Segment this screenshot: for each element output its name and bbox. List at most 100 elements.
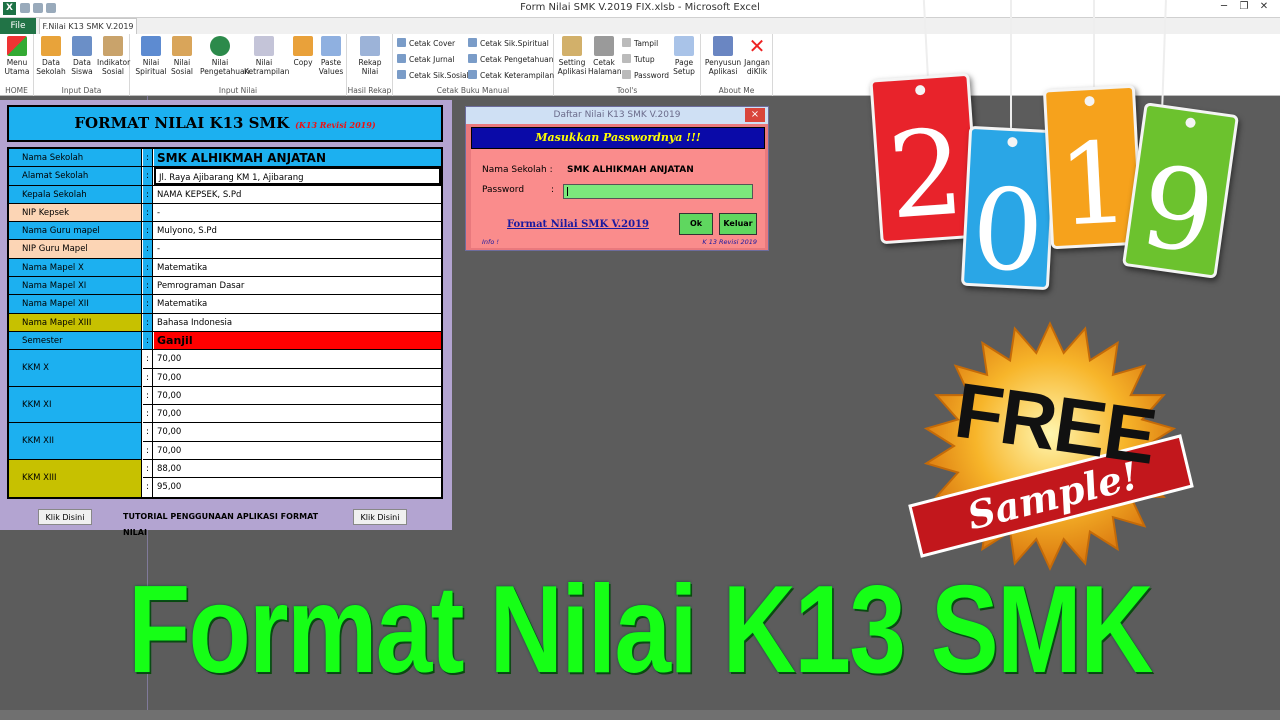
password-colon: : bbox=[551, 185, 555, 195]
table-row: Nama Mapel XII: Matematika bbox=[9, 295, 441, 314]
minimize-icon[interactable]: ─ bbox=[1214, 1, 1234, 12]
nilai-ketrampilan-button[interactable]: Nilai Ketrampilan bbox=[244, 36, 289, 76]
table-row: :70,00 bbox=[143, 386, 441, 406]
kkm-label: KKM XIII bbox=[9, 460, 142, 497]
table-row: Nama Guru mapel: Mulyono, S.Pd bbox=[9, 222, 441, 241]
close-icon[interactable]: ✕ bbox=[1254, 1, 1274, 12]
nilai-pengetahuan-button[interactable]: Nilai Pengetahuan bbox=[200, 36, 249, 76]
mapel-xi-cell[interactable]: Pemrograman Dasar bbox=[154, 277, 441, 294]
hide-icon bbox=[622, 54, 631, 63]
cetak-pengetahuan-button[interactable]: Cetak Pengetahuan bbox=[468, 54, 554, 64]
kkm-value[interactable]: 95,00 bbox=[154, 478, 441, 496]
people-icon bbox=[172, 36, 192, 56]
mapel-x-cell[interactable]: Matematika bbox=[154, 259, 441, 276]
school-icon bbox=[41, 36, 61, 56]
table-row: :70,00 bbox=[143, 405, 441, 424]
table-row: Kepala Sekolah: NAMA KEPSEK, S.Pd bbox=[9, 185, 441, 204]
kkm-block: KKM X KKM XI KKM XII KKM XIII :70,00 :70… bbox=[9, 350, 441, 497]
nilai-spiritual-button[interactable]: Nilai Spiritual bbox=[135, 36, 167, 76]
kkm-value[interactable]: 70,00 bbox=[154, 350, 441, 367]
nip-guru-cell[interactable]: - bbox=[154, 240, 441, 257]
nip-kepsek-cell[interactable]: - bbox=[154, 204, 441, 221]
table-row: :70,00 bbox=[143, 350, 441, 369]
group-input-nilai: Nilai Spiritual Nilai Sosial Nilai Penge… bbox=[130, 34, 347, 96]
table-row: Nama Mapel X: Matematika bbox=[9, 258, 441, 278]
teacher-cell[interactable]: Mulyono, S.Pd bbox=[154, 222, 441, 239]
password-input[interactable] bbox=[563, 184, 753, 199]
group-input-data: Data Sekolah Data Siswa Indikator Sosial… bbox=[34, 34, 130, 96]
tutup-button[interactable]: Tutup bbox=[622, 54, 655, 64]
mapel-xiii-cell[interactable]: Bahasa Indonesia bbox=[154, 314, 441, 331]
form-subtitle: (K13 Revisi 2019) bbox=[295, 120, 376, 130]
data-sekolah-button[interactable]: Data Sekolah bbox=[35, 36, 67, 76]
menu-utama-button[interactable]: Menu Utama bbox=[1, 36, 33, 76]
tampil-button[interactable]: Tampil bbox=[622, 38, 658, 48]
info-label: Info ! bbox=[482, 238, 499, 246]
page-icon bbox=[674, 36, 694, 56]
ok-button[interactable]: Ok bbox=[679, 213, 713, 235]
mapel-xii-cell[interactable]: Matematika bbox=[154, 295, 441, 312]
cetak-keterampilan-button[interactable]: Cetak Keterampilan bbox=[468, 70, 554, 80]
school-name-cell[interactable]: SMK ALHIKMAH ANJATAN bbox=[154, 149, 441, 167]
form-header: FORMAT NILAI K13 SMK (K13 Revisi 2019) bbox=[7, 105, 443, 142]
print-icon bbox=[468, 54, 477, 63]
paste-icon bbox=[321, 36, 341, 56]
window-controls: ─ ❐ ✕ bbox=[1214, 1, 1274, 12]
spreadsheet-icon bbox=[360, 36, 380, 56]
cetak-sik-sosial-button[interactable]: Cetak Sik.Sosial bbox=[397, 70, 469, 80]
paste-values-button[interactable]: Paste Values bbox=[315, 36, 347, 76]
book-icon bbox=[141, 36, 161, 56]
edit-icon bbox=[103, 36, 123, 56]
address-cell[interactable]: Jl. Raya Ajibarang KM 1, Ajibarang bbox=[154, 167, 441, 185]
window-title: Form Nilai SMK V.2019 FIX.xlsb - Microso… bbox=[520, 2, 760, 13]
nilai-sosial-button[interactable]: Nilai Sosial bbox=[166, 36, 198, 76]
free-sample-badge: FREE Sample! bbox=[880, 318, 1220, 578]
window-titlebar: X Form Nilai SMK V.2019 FIX.xlsb - Micro… bbox=[0, 0, 1280, 18]
kkm-value[interactable]: 88,00 bbox=[154, 460, 441, 477]
kkm-value[interactable]: 70,00 bbox=[154, 387, 441, 404]
ribbon-tabs: File F.Nilai K13 SMK V.2019 bbox=[0, 18, 1280, 34]
kkm-value[interactable]: 70,00 bbox=[154, 442, 441, 459]
globe-icon bbox=[210, 36, 230, 56]
rekap-nilai-button[interactable]: Rekap Nilai bbox=[354, 36, 386, 76]
password-button[interactable]: Password bbox=[622, 70, 669, 80]
headmaster-cell[interactable]: NAMA KEPSEK, S.Pd bbox=[154, 186, 441, 203]
cetak-cover-button[interactable]: Cetak Cover bbox=[397, 38, 455, 48]
printer-icon bbox=[594, 36, 614, 56]
tab-file[interactable]: File bbox=[0, 18, 36, 34]
kkm-value[interactable]: 70,00 bbox=[154, 423, 441, 440]
tab-fnilai[interactable]: F.Nilai K13 SMK V.2019 bbox=[39, 18, 137, 34]
print-icon bbox=[397, 38, 406, 47]
kkm-value[interactable]: 70,00 bbox=[154, 405, 441, 422]
klik-disini-left-button[interactable]: Klik Disini bbox=[38, 509, 92, 525]
cetak-halaman-button[interactable]: Cetak Halaman bbox=[588, 36, 622, 76]
penyusun-aplikasi-button[interactable]: Penyusun Aplikasi bbox=[704, 36, 742, 76]
kkm-label: KKM XII bbox=[9, 423, 142, 461]
chart-icon bbox=[254, 36, 274, 56]
kkm-value[interactable]: 70,00 bbox=[154, 369, 441, 386]
jangan-diklik-button[interactable]: ✕ Jangan diKlik bbox=[741, 36, 773, 76]
page-setup-button[interactable]: Page Setup bbox=[668, 36, 700, 76]
cetak-jurnal-button[interactable]: Cetak Jurnal bbox=[397, 54, 454, 64]
kkm-label: KKM XI bbox=[9, 386, 142, 424]
klik-disini-right-button[interactable]: Klik Disini bbox=[353, 509, 407, 525]
data-siswa-button[interactable]: Data Siswa bbox=[66, 36, 98, 76]
indikator-sosial-button[interactable]: Indikator Sosial bbox=[97, 36, 130, 76]
setting-aplikasi-button[interactable]: Setting Aplikasi bbox=[556, 36, 588, 76]
group-about-me: Penyusun Aplikasi ✕ Jangan diKlik About M… bbox=[701, 34, 773, 96]
cetak-sik-spiritual-button[interactable]: Cetak Sik.Spiritual bbox=[468, 38, 549, 48]
table-row: :88,00 bbox=[143, 460, 441, 479]
format-nilai-link[interactable]: Format Nilai SMK V.2019 bbox=[507, 219, 649, 230]
key-icon bbox=[622, 70, 631, 79]
password-dialog: Daftar Nilai K13 SMK V.2019 × Masukkan P… bbox=[465, 106, 769, 251]
print-icon bbox=[397, 70, 406, 79]
keluar-button[interactable]: Keluar bbox=[719, 213, 757, 235]
print-icon bbox=[397, 54, 406, 63]
restore-icon[interactable]: ❐ bbox=[1234, 1, 1254, 12]
group-cetak-buku-manual: Cetak Cover Cetak Jurnal Cetak Sik.Sosia… bbox=[393, 34, 554, 96]
form-panel: FORMAT NILAI K13 SMK (K13 Revisi 2019) Na… bbox=[0, 100, 452, 537]
semester-cell[interactable]: Ganjil bbox=[154, 331, 441, 350]
group-home: Menu Utama HOME bbox=[0, 34, 34, 96]
table-row: Nama Mapel XIII: Bahasa Indonesia bbox=[9, 313, 441, 332]
dialog-close-icon[interactable]: × bbox=[745, 108, 765, 122]
